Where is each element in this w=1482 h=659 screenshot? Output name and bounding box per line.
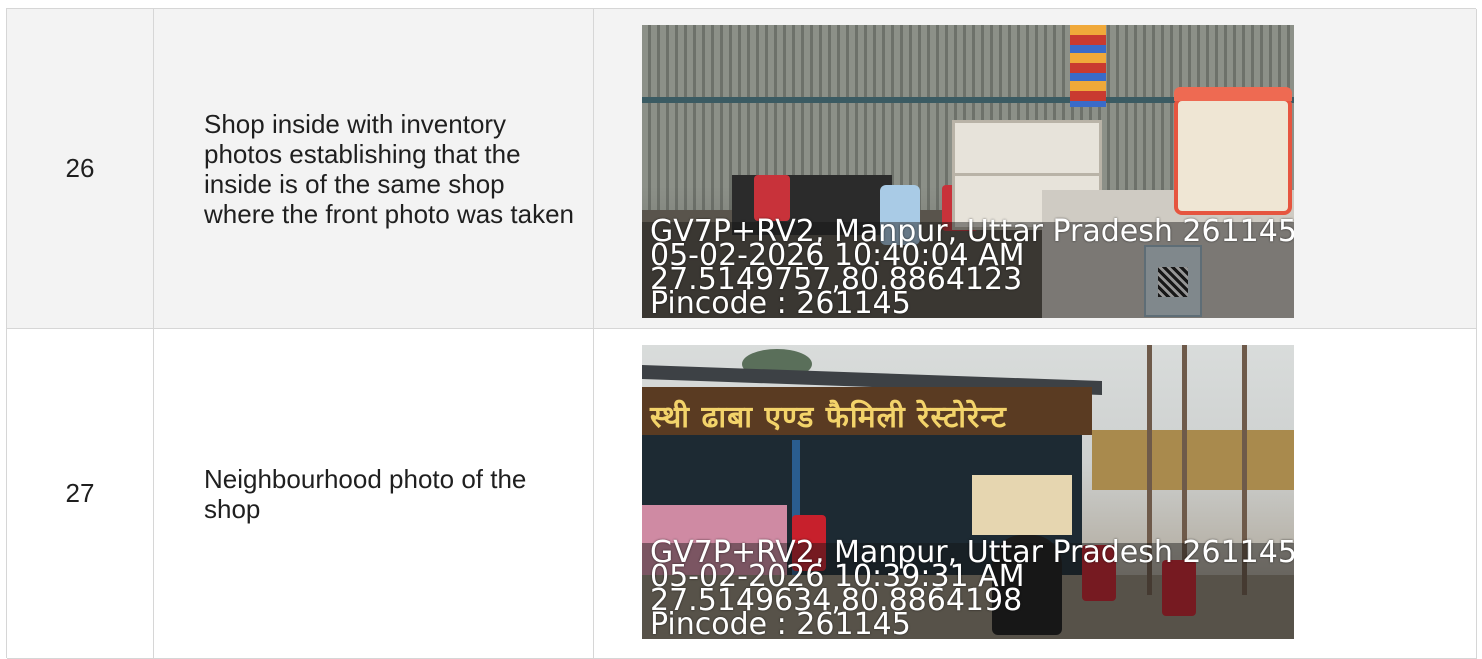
shop-inside-photo[interactable]: GV7P+RV2, Manpur, Uttar Pradesh 261145 0… xyxy=(642,25,1294,318)
row-description: Shop inside with inventory photos establ… xyxy=(154,9,594,329)
photo-geotag-overlay: GV7P+RV2, Manpur, Uttar Pradesh 261145 0… xyxy=(650,217,1294,319)
neighbourhood-photo[interactable]: स्थी ढाबा एण्ड फैमिली रेस्टोरेन्ट GV7P+R… xyxy=(642,345,1294,639)
table-row: 26 Shop inside with inventory photos est… xyxy=(7,9,1477,329)
shop-sign-text: स्थी ढाबा एण्ड फैमिली रेस्टोरेन्ट xyxy=(650,400,1007,435)
row-number-text: 26 xyxy=(65,153,95,183)
row-number-text: 27 xyxy=(65,478,95,508)
row-number: 26 xyxy=(7,9,154,329)
row-description-text: Shop inside with inventory photos establ… xyxy=(204,108,575,229)
row-description-text: Neighbourhood photo of the shop xyxy=(204,463,527,524)
row-photo-cell: GV7P+RV2, Manpur, Uttar Pradesh 261145 0… xyxy=(594,9,1477,329)
photo-geotag-overlay: GV7P+RV2, Manpur, Uttar Pradesh 261145 0… xyxy=(650,538,1294,640)
row-description: Neighbourhood photo of the shop xyxy=(154,329,594,659)
evidence-table: 26 Shop inside with inventory photos est… xyxy=(6,8,1477,659)
row-number: 27 xyxy=(7,329,154,659)
table-row: 27 Neighbourhood photo of the shop स्थी … xyxy=(7,329,1477,659)
row-photo-cell: स्थी ढाबा एण्ड फैमिली रेस्टोरेन्ट GV7P+R… xyxy=(594,329,1477,659)
